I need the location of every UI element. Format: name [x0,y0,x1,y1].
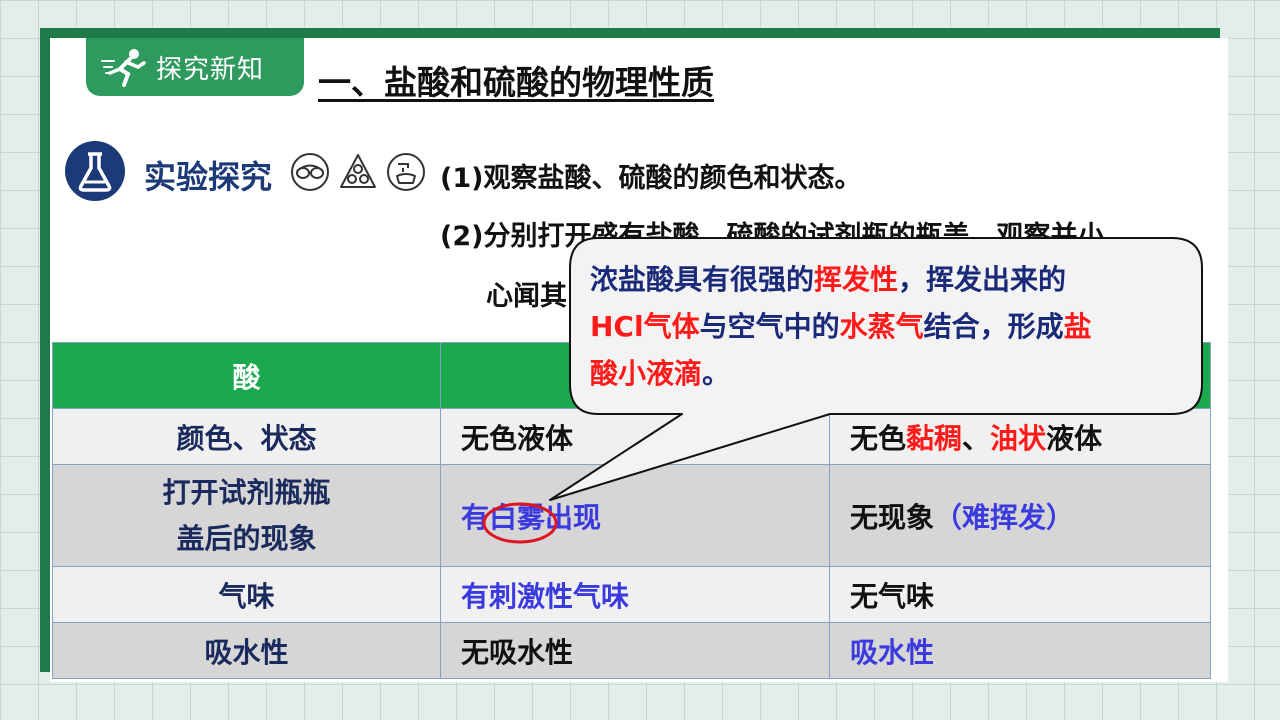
flask-icon [65,141,125,201]
callout-highlight-water-vapor: 水蒸气 [839,310,924,343]
h2so4-cell: 无色黏稠、油状液体 [829,408,1211,465]
section-badge: 探究新知 [86,38,304,96]
h2so4-value-note: （难挥发） [934,500,1075,534]
h2so4-value-oily: 油状 [990,421,1047,455]
row-label-text: 打开试剂瓶瓶 [162,475,331,509]
callout-highlight-hcl-gas: HCl气体 [590,310,700,343]
row-label: 吸水性 [52,622,441,679]
row-label-text: 颜色、状态 [176,421,317,455]
hcl-cell: 无吸水性 [440,622,830,679]
highlight-circle [482,502,558,544]
row-label-text: 气味 [218,579,275,613]
experiment-title: 实验探究 [144,158,273,196]
h2so4-cell: 无现象（难挥发） [829,464,1211,567]
section-badge-label: 探究新知 [156,54,265,85]
step-2-text: (2)分别打开盛有盐酸、硫酸的试剂瓶的瓶盖，观察并小 [440,221,1105,252]
row-label: 颜色、状态 [52,408,441,465]
goggles-icon [291,153,329,191]
runner-icon [101,49,146,87]
hcl-value: 无吸水性 [461,635,574,669]
hcl-cell: 无色液体 [440,408,830,465]
hcl-value: 无色液体 [461,421,574,455]
step-1-text: (1)观察盐酸、硫酸的颜色和状态。 [440,163,862,194]
page-title: 一、盐酸和硫酸的物理性质 [318,63,714,102]
callout-text: 浓盐酸具有很强的挥发性，挥发出来的 HCl气体与空气中的水蒸气结合，形成盐 酸小… [590,256,1180,397]
ventilation-icon [340,154,376,188]
h2so4-cell: 吸水性 [829,622,1211,679]
callout-text-part: 与空气中的 [699,310,840,343]
callout-text-part: 。 [702,357,731,390]
callout-line: 酸小液滴。 [590,350,1180,397]
hcl-value: 有刺激性气味 [461,579,630,613]
h2so4-value-part: 液体 [1046,421,1103,455]
h2so4-cell: 无气味 [829,566,1211,623]
callout-text-part: ，挥发出来的 [898,263,1067,296]
callout-text-part: 结合，形成 [923,310,1064,343]
slide: 探究新知 一、盐酸和硫酸的物理性质 实验探究 (1)观察盐酸、硫酸的颜色和状态。… [50,38,1228,682]
hand-wash-icon [387,153,425,191]
h2so4-value-part: 、 [962,421,991,455]
h2so4-value: 无气味 [850,579,935,613]
h2so4-value-part: 无现象 [850,500,935,534]
h2so4-value-part: 无色 [850,421,907,455]
row-label: 打开试剂瓶瓶 盖后的现象 [52,464,441,567]
callout-line: HCl气体与空气中的水蒸气结合，形成盐 [590,303,1180,350]
callout-highlight-droplets: 酸小液滴 [590,357,703,390]
table-row: 打开试剂瓶瓶 盖后的现象 有白雾出现 无现象（难挥发） [52,464,1211,567]
table-header-acid: 酸 [52,342,441,409]
callout-text-part: 浓盐酸具有很强的 [590,263,815,296]
row-label-text: 吸水性 [204,635,289,669]
h2so4-value: 吸水性 [850,635,935,669]
table-row: 吸水性 无吸水性 吸水性 [52,622,1211,679]
row-label-text: 盖后的现象 [176,521,317,555]
table-row: 气味 有刺激性气味 无气味 [52,566,1211,623]
table-row: 颜色、状态 无色液体 无色黏稠、油状液体 [52,408,1211,465]
hcl-cell: 有刺激性气味 [440,566,830,623]
callout-line: 浓盐酸具有很强的挥发性，挥发出来的 [590,256,1180,303]
callout-highlight-droplets: 盐 [1063,310,1092,343]
h2so4-value-viscous: 黏稠 [906,421,963,455]
callout-highlight-volatility: 挥发性 [814,263,899,296]
row-label: 气味 [52,566,441,623]
step-3-text: 心闻其 [486,281,567,312]
